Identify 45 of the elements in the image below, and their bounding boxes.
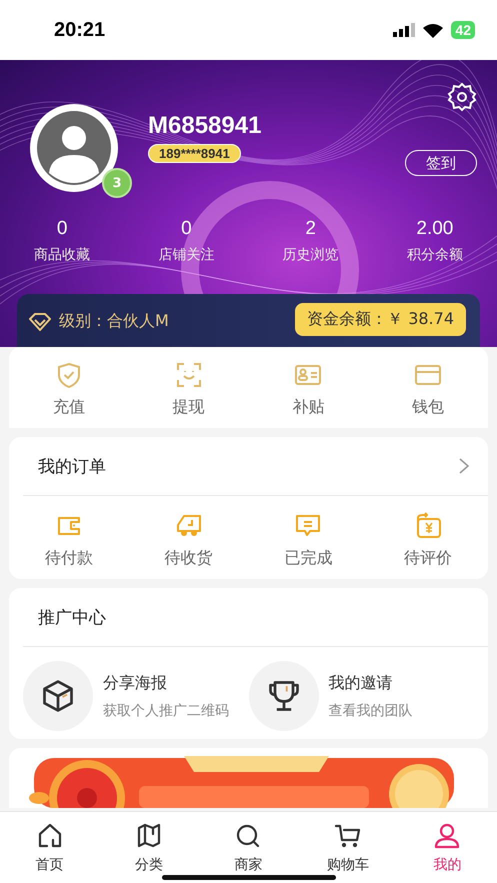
person-icon [433,822,462,850]
phone-number: 189****8941 [148,144,241,163]
promo-subtitle: 查看我的团队 [328,702,412,720]
tab-bar-item[interactable]: 首页 [0,812,100,883]
chevron-right-icon[interactable] [458,457,470,475]
stat-value[interactable]: 0 [0,218,124,240]
diamond-icon [29,312,51,330]
tab-bar-item[interactable]: 我的 [398,812,497,883]
stat-label[interactable]: 店铺关注 [124,246,248,264]
action-label[interactable]: 提现 [172,397,205,418]
promo-title[interactable]: 分享海报 [103,672,229,694]
stat-label[interactable]: 积分余额 [372,246,497,264]
stat-label[interactable]: 商品收藏 [0,246,124,264]
tab-bar-item[interactable]: 购物车 [298,812,398,883]
section-title: 我的订单 [38,456,106,478]
promo-subtitle: 获取个人推广二维码 [103,702,229,720]
order-status-label[interactable]: 待收货 [164,548,213,569]
settings-icon[interactable] [447,82,477,112]
username: M6858941 [148,112,262,140]
section-title: 推广中心 [38,606,106,628]
order-status-label[interactable]: 已完成 [284,548,332,569]
checkin-button[interactable]: 签到 [405,150,477,176]
wifi-icon [423,22,444,38]
battery-level: 42 [451,21,475,39]
balance-label[interactable]: 资金余额：￥ 38.74 [295,303,466,336]
cart-icon [334,822,362,850]
stat-label[interactable]: 历史浏览 [248,246,373,264]
order-status-label[interactable]: 待评价 [404,548,452,569]
face-scan-icon [174,361,203,389]
tab-bar-item[interactable]: 分类 [99,812,199,883]
level-badge: 3 [102,168,132,198]
clock-time: 20:21 [54,18,106,42]
box-icon [40,678,76,714]
order-status-label[interactable]: 待付款 [44,548,93,569]
stat-value[interactable]: 2 [248,218,373,240]
signal-icon [393,23,416,37]
promo-title[interactable]: 我的邀请 [328,672,412,694]
stat-value[interactable]: 0 [124,218,248,240]
yen-refresh-icon [414,512,442,540]
tab-bar-item[interactable]: 商家 [198,812,298,883]
stat-value[interactable]: 2.00 [372,218,497,240]
member-level: 级别：合伙人M [59,311,169,332]
action-label[interactable]: 补贴 [292,397,324,418]
action-label[interactable]: 钱包 [412,397,444,418]
action-label[interactable]: 充值 [52,397,85,418]
